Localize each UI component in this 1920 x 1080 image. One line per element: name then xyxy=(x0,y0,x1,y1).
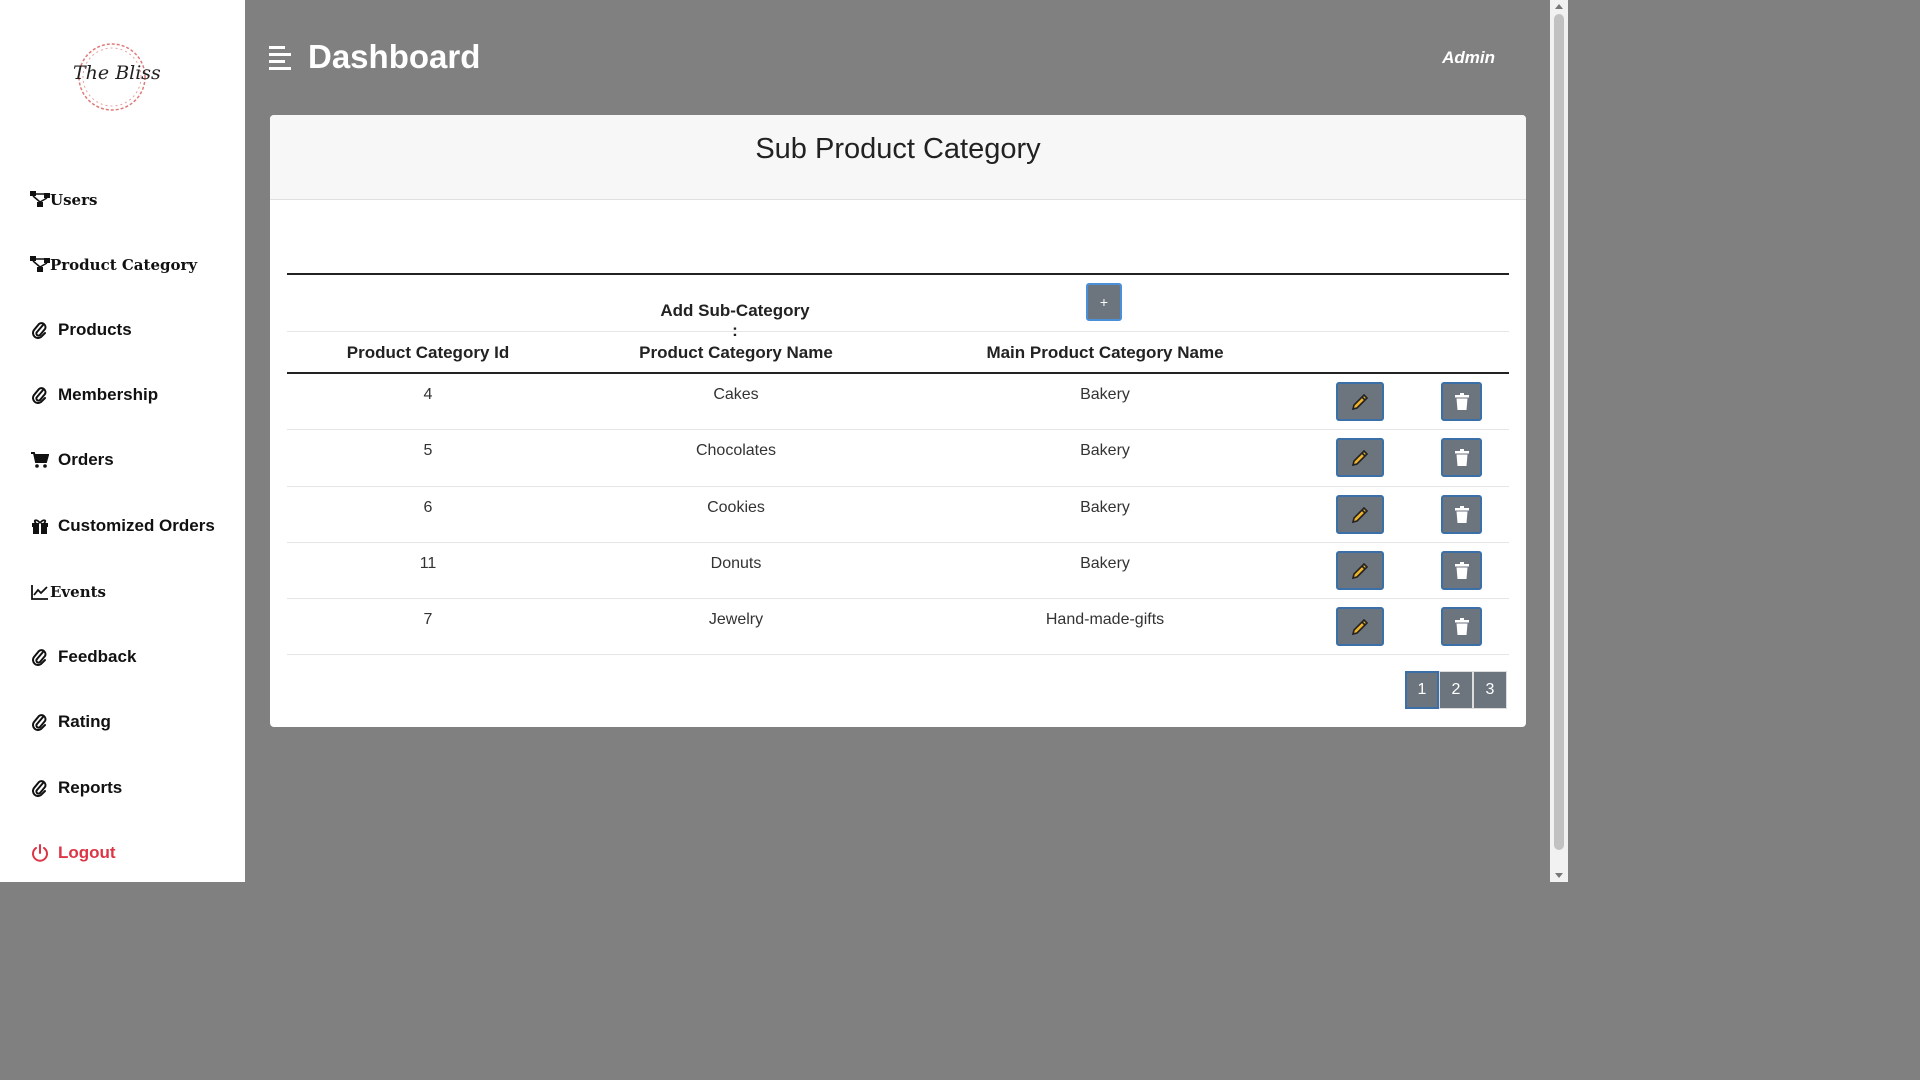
pencil-icon xyxy=(1351,562,1369,579)
scroll-up-arrow-icon[interactable] xyxy=(1555,4,1563,9)
cell-id: 5 xyxy=(423,442,433,459)
row-divider xyxy=(287,598,1509,599)
page-button-1[interactable]: 1 xyxy=(1405,671,1439,709)
row-divider xyxy=(287,429,1509,430)
trash-icon xyxy=(1454,505,1469,523)
add-sub-category-label: Add Sub-Category : xyxy=(660,301,810,340)
top-header: Dashboard Admin xyxy=(245,0,1550,114)
cell-main-name: Bakery xyxy=(1080,499,1130,516)
logo-text: The Bliss xyxy=(73,62,161,84)
delete-button[interactable] xyxy=(1441,438,1482,477)
sidebar-item-label: Customized Orders xyxy=(58,516,215,535)
sidebar: The Bliss Users Product Category Product… xyxy=(0,0,245,882)
edit-button[interactable] xyxy=(1336,551,1384,590)
user-name[interactable]: Admin xyxy=(1442,48,1495,68)
sidebar-item-label: Membership xyxy=(58,385,159,404)
paperclip-icon xyxy=(30,647,50,667)
card-header: Sub Product Category xyxy=(270,115,1526,200)
column-header-main-name: Main Product Category Name xyxy=(986,343,1224,362)
delete-button[interactable] xyxy=(1441,382,1482,421)
delete-button[interactable] xyxy=(1441,551,1482,590)
row-divider xyxy=(287,486,1509,487)
add-sub-category-button[interactable]: + xyxy=(1086,283,1122,321)
trash-icon xyxy=(1454,561,1469,579)
cell-id: 11 xyxy=(419,555,437,572)
paperclip-icon xyxy=(30,712,50,732)
edit-button[interactable] xyxy=(1336,495,1384,534)
sidebar-item-products[interactable]: Products xyxy=(30,320,132,340)
sidebar-item-feedback[interactable]: Feedback xyxy=(30,647,136,667)
edit-button[interactable] xyxy=(1336,438,1384,477)
edit-button[interactable] xyxy=(1336,382,1384,421)
sidebar-item-label: Feedback xyxy=(58,647,137,666)
pagination: 1 2 3 xyxy=(1405,671,1507,709)
paperclip-icon xyxy=(30,385,50,405)
sidebar-item-label: Users xyxy=(50,191,98,209)
line-chart-icon xyxy=(30,582,50,602)
delete-button[interactable] xyxy=(1441,607,1482,646)
cell-name: Jewelry xyxy=(708,611,764,628)
sidebar-item-orders[interactable]: Orders xyxy=(30,450,114,470)
cell-name: Chocolates xyxy=(695,442,777,459)
sidebar-item-label: Reports xyxy=(58,778,123,797)
cell-main-name: Bakery xyxy=(1080,442,1130,459)
sitemap-icon xyxy=(30,190,50,210)
sidebar-item-reports[interactable]: Reports xyxy=(30,778,122,798)
cell-main-name: Bakery xyxy=(1080,555,1130,572)
cell-name: Cakes xyxy=(713,386,759,403)
delete-button[interactable] xyxy=(1441,495,1482,534)
edit-button[interactable] xyxy=(1336,607,1384,646)
sitemap-icon xyxy=(30,255,50,275)
cell-id: 4 xyxy=(423,386,433,403)
page-button-3[interactable]: 3 xyxy=(1473,671,1507,709)
sidebar-item-label: Rating xyxy=(58,712,111,731)
cell-name: Cookies xyxy=(707,499,765,516)
table-header-border xyxy=(287,372,1509,374)
row-divider xyxy=(287,331,1509,332)
trash-icon xyxy=(1454,392,1469,410)
sidebar-item-users[interactable]: Users xyxy=(30,190,97,210)
sidebar-item-label: Orders xyxy=(58,450,114,469)
paperclip-icon xyxy=(30,778,50,798)
row-divider xyxy=(287,542,1509,543)
power-icon xyxy=(30,843,50,863)
scroll-thumb[interactable] xyxy=(1554,14,1564,850)
trash-icon xyxy=(1454,448,1469,466)
pencil-icon xyxy=(1351,393,1369,410)
gift-icon xyxy=(30,516,50,536)
pencil-icon xyxy=(1351,618,1369,635)
cell-name: Donuts xyxy=(710,555,762,572)
sidebar-item-membership[interactable]: Membership xyxy=(30,385,158,405)
column-header-id: Product Category Id xyxy=(346,343,510,362)
sidebar-item-logout[interactable]: Logout xyxy=(30,843,116,863)
cell-id: 7 xyxy=(423,611,433,628)
trash-icon xyxy=(1454,617,1469,635)
column-header-name: Product Category Name xyxy=(639,343,833,362)
sidebar-item-label: Product Category xyxy=(50,256,198,274)
cell-main-name: Hand-made-gifts xyxy=(1045,611,1165,628)
sidebar-item-label: Events xyxy=(50,583,106,601)
sidebar-item-events[interactable]: Events xyxy=(30,582,106,602)
menu-icon[interactable] xyxy=(269,46,293,70)
cart-icon xyxy=(30,450,50,470)
row-divider xyxy=(287,654,1509,655)
sidebar-item-label: Products xyxy=(58,320,132,339)
sidebar-item-customized-orders[interactable]: Customized Orders xyxy=(30,516,215,536)
scroll-down-arrow-icon[interactable] xyxy=(1555,873,1563,878)
paperclip-icon xyxy=(30,320,50,340)
page-title: Dashboard xyxy=(308,38,481,75)
sub-category-card: Sub Product Category Add Sub-Category : … xyxy=(270,115,1526,727)
card-title: Sub Product Category xyxy=(755,133,1041,165)
sidebar-item-product-category[interactable]: Product Category xyxy=(30,255,197,275)
page-button-2[interactable]: 2 xyxy=(1439,671,1473,709)
cell-id: 6 xyxy=(423,499,433,516)
scrollbar[interactable] xyxy=(1550,0,1568,882)
sidebar-item-rating[interactable]: Rating xyxy=(30,712,111,732)
pencil-icon xyxy=(1351,449,1369,466)
table-top-border xyxy=(287,273,1509,275)
cell-main-name: Bakery xyxy=(1080,386,1130,403)
sidebar-item-label: Logout xyxy=(58,843,116,862)
pencil-icon xyxy=(1351,506,1369,523)
